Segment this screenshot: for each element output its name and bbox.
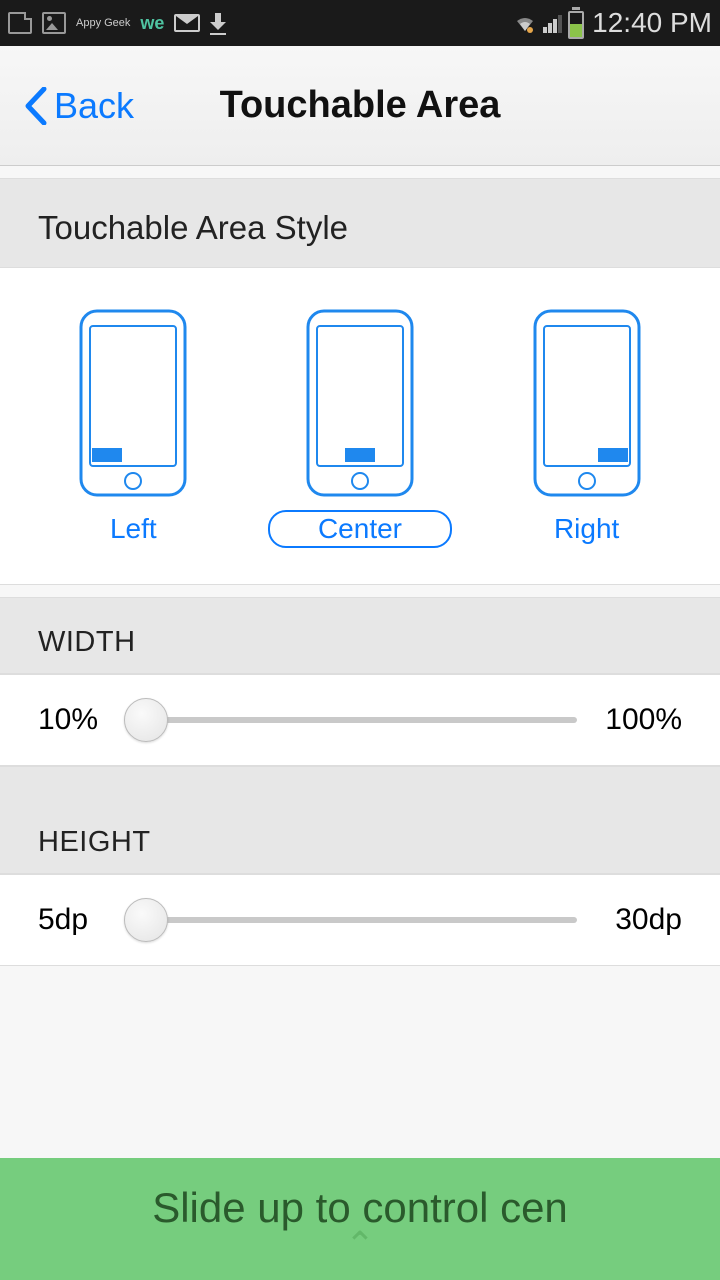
height-slider[interactable] (133, 917, 577, 923)
height-slider-thumb[interactable] (124, 898, 168, 942)
appy-geek-icon: Appy Geek (76, 18, 130, 29)
mail-icon (174, 14, 200, 32)
wifi-icon (513, 13, 537, 33)
phone-center-icon (305, 308, 415, 498)
height-min-label: 5dp (38, 903, 113, 937)
width-slider[interactable] (133, 717, 577, 723)
we-icon: we (140, 13, 164, 34)
header: Back Touchable Area (0, 46, 720, 166)
style-option-right[interactable]: Right (487, 308, 687, 548)
width-heading: WIDTH (0, 597, 720, 674)
phone-left-icon (78, 308, 188, 498)
style-option-left[interactable]: Left (33, 308, 233, 548)
back-button[interactable]: Back (24, 85, 134, 127)
slide-up-hint[interactable]: Slide up to control cen ⌃ (0, 1158, 720, 1280)
style-heading: Touchable Area Style (0, 178, 720, 268)
style-option-center[interactable]: Center (260, 308, 460, 548)
phone-right-icon (532, 308, 642, 498)
style-picker: Left Center Right (0, 268, 720, 585)
clock: 12:40 PM (592, 7, 712, 39)
height-slider-section: 5dp 30dp (0, 874, 720, 966)
download-icon (210, 13, 226, 33)
battery-icon (568, 7, 584, 39)
status-bar: Appy Geek we 12:40 PM (0, 0, 720, 46)
width-min-label: 10% (38, 703, 113, 737)
back-label: Back (54, 85, 134, 127)
width-slider-thumb[interactable] (124, 698, 168, 742)
chevron-up-icon: ⌃ (345, 1236, 375, 1254)
width-slider-section: 10% 100% (0, 674, 720, 766)
style-label-left: Left (60, 510, 207, 548)
gallery-icon (42, 12, 66, 34)
sim-icon (8, 12, 32, 34)
height-max-label: 30dp (597, 903, 682, 937)
style-label-right: Right (504, 510, 669, 548)
height-heading: HEIGHT (0, 798, 720, 874)
style-label-center: Center (268, 510, 452, 548)
signal-icon (543, 13, 562, 33)
width-max-label: 100% (597, 703, 682, 737)
